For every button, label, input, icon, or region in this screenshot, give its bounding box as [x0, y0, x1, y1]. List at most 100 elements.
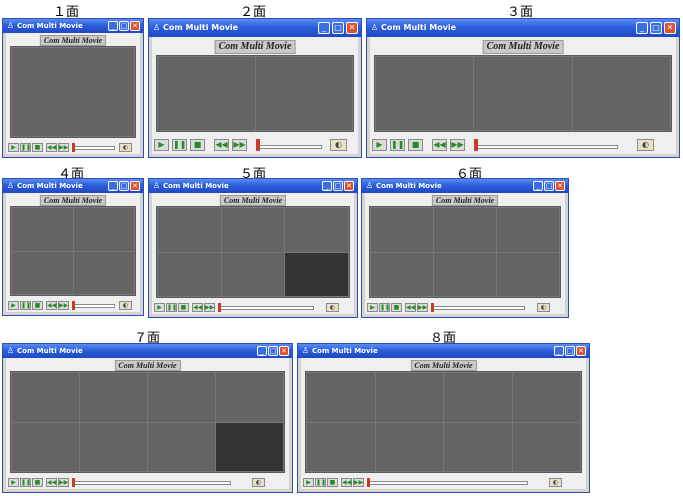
volume-button[interactable]: ◐ [119, 143, 132, 152]
video-cell[interactable] [12, 373, 79, 422]
pause-button[interactable]: ❚❚ [20, 478, 31, 487]
maximize-button[interactable]: □ [333, 181, 343, 191]
close-button[interactable]: ✕ [130, 21, 140, 31]
pause-button[interactable]: ❚❚ [379, 303, 390, 312]
pause-button[interactable]: ❚❚ [20, 301, 31, 310]
video-cell[interactable] [73, 251, 134, 294]
minimize-button[interactable]: _ [108, 21, 118, 31]
title-bar[interactable]: ♙ Com Multi Movie _ □ ✕ [298, 344, 589, 358]
minimize-button[interactable]: _ [318, 22, 330, 34]
pause-button[interactable]: ❚❚ [166, 303, 177, 312]
stop-button[interactable]: ■ [32, 301, 43, 310]
stop-button[interactable]: ■ [327, 478, 338, 487]
video-cell[interactable] [474, 57, 572, 130]
fast-forward-button[interactable]: ▶▶ [450, 139, 465, 151]
title-bar[interactable]: ♙ Com Multi Movie _ □ ✕ [149, 19, 361, 37]
stop-button[interactable]: ■ [190, 139, 205, 151]
volume-button[interactable]: ◐ [549, 478, 562, 487]
video-cell[interactable] [80, 422, 147, 471]
seek-bar[interactable] [431, 306, 525, 310]
video-cell[interactable] [307, 373, 375, 422]
close-button[interactable]: ✕ [279, 346, 289, 356]
video-cell[interactable] [497, 252, 559, 296]
play-button[interactable]: ▶ [303, 478, 314, 487]
minimize-button[interactable]: _ [322, 181, 332, 191]
video-cell[interactable] [158, 252, 221, 296]
maximize-button[interactable]: □ [119, 181, 129, 191]
maximize-button[interactable]: □ [332, 22, 344, 34]
title-bar[interactable]: ♙ Com Multi Movie _ □ ✕ [3, 179, 143, 193]
rewind-button[interactable]: ◀◀ [46, 301, 57, 310]
stop-button[interactable]: ■ [32, 143, 43, 152]
video-cell[interactable] [497, 208, 559, 252]
video-cell[interactable] [285, 208, 348, 252]
fast-forward-button[interactable]: ▶▶ [232, 139, 247, 151]
title-bar[interactable]: ♙ Com Multi Movie _ □ ✕ [149, 179, 357, 193]
video-cell-empty[interactable] [285, 252, 348, 296]
rewind-button[interactable]: ◀◀ [192, 303, 203, 312]
play-button[interactable]: ▶ [8, 301, 19, 310]
close-button[interactable]: ✕ [344, 181, 354, 191]
video-cell[interactable] [80, 373, 147, 422]
video-cell[interactable] [307, 422, 375, 471]
pause-button[interactable]: ❚❚ [315, 478, 326, 487]
pause-button[interactable]: ❚❚ [172, 139, 187, 151]
volume-button[interactable]: ◐ [119, 301, 132, 310]
seek-thumb[interactable] [431, 303, 434, 312]
video-cell[interactable] [434, 252, 496, 296]
minimize-button[interactable]: _ [554, 346, 564, 356]
volume-button[interactable]: ◐ [326, 303, 339, 312]
video-cell[interactable] [12, 48, 134, 136]
volume-button[interactable]: ◐ [637, 139, 654, 151]
video-cell-empty[interactable] [216, 422, 283, 471]
video-cell[interactable] [376, 57, 474, 130]
video-cell[interactable] [444, 373, 512, 422]
title-bar[interactable]: ♙ Com Multi Movie _ □ ✕ [367, 19, 679, 37]
close-button[interactable]: ✕ [576, 346, 586, 356]
volume-button[interactable]: ◐ [252, 478, 265, 487]
video-cell[interactable] [512, 422, 580, 471]
fast-forward-button[interactable]: ▶▶ [58, 301, 69, 310]
seek-thumb[interactable] [367, 478, 370, 487]
fast-forward-button[interactable]: ▶▶ [204, 303, 215, 312]
seek-thumb[interactable] [256, 139, 260, 151]
seek-thumb[interactable] [474, 139, 478, 151]
title-bar[interactable]: ♙ Com Multi Movie _ □ ✕ [362, 179, 568, 193]
close-button[interactable]: ✕ [664, 22, 676, 34]
minimize-button[interactable]: _ [533, 181, 543, 191]
maximize-button[interactable]: □ [268, 346, 278, 356]
seek-bar[interactable] [256, 145, 322, 149]
maximize-button[interactable]: □ [565, 346, 575, 356]
title-bar[interactable]: ♙ Com Multi Movie _ □ ✕ [3, 19, 143, 33]
stop-button[interactable]: ■ [32, 478, 43, 487]
seek-thumb[interactable] [72, 301, 75, 310]
maximize-button[interactable]: □ [544, 181, 554, 191]
close-button[interactable]: ✕ [555, 181, 565, 191]
seek-bar[interactable] [72, 146, 115, 150]
seek-thumb[interactable] [72, 478, 75, 487]
rewind-button[interactable]: ◀◀ [214, 139, 229, 151]
fast-forward-button[interactable]: ▶▶ [58, 143, 69, 152]
video-cell[interactable] [221, 208, 285, 252]
video-cell[interactable] [158, 208, 221, 252]
fast-forward-button[interactable]: ▶▶ [58, 478, 69, 487]
video-cell[interactable] [572, 57, 670, 130]
play-button[interactable]: ▶ [372, 139, 387, 151]
maximize-button[interactable]: □ [650, 22, 662, 34]
fast-forward-button[interactable]: ▶▶ [417, 303, 428, 312]
seek-thumb[interactable] [72, 143, 75, 152]
volume-button[interactable]: ◐ [330, 139, 347, 151]
video-cell[interactable] [434, 208, 496, 252]
seek-bar[interactable] [72, 304, 115, 308]
minimize-button[interactable]: _ [108, 181, 118, 191]
seek-bar[interactable] [474, 145, 618, 149]
seek-bar[interactable] [367, 481, 528, 485]
video-cell[interactable] [216, 373, 283, 422]
video-cell[interactable] [73, 208, 134, 251]
video-cell[interactable] [371, 252, 433, 296]
rewind-button[interactable]: ◀◀ [46, 478, 57, 487]
play-button[interactable]: ▶ [367, 303, 378, 312]
play-button[interactable]: ▶ [8, 143, 19, 152]
pause-button[interactable]: ❚❚ [20, 143, 31, 152]
video-cell[interactable] [255, 57, 352, 130]
